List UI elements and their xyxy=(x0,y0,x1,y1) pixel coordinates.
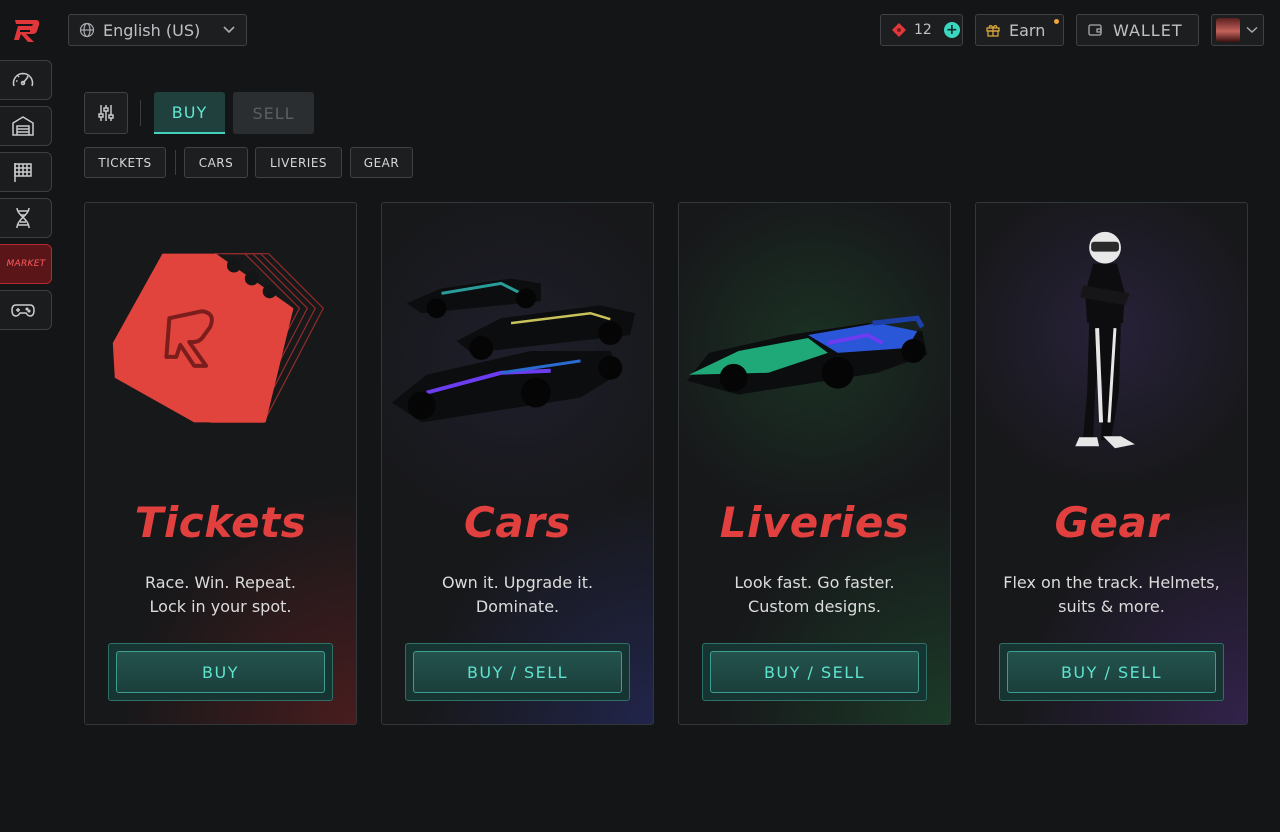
card-description: Look fast. Go faster. Custom designs. xyxy=(689,571,940,619)
sidebar-item-games[interactable] xyxy=(0,290,52,330)
card-title: Cars xyxy=(464,498,571,547)
avatar xyxy=(1216,18,1240,42)
cars-illustration xyxy=(391,278,636,423)
chip-gear[interactable]: GEAR xyxy=(350,147,413,178)
sliders-icon xyxy=(98,105,114,121)
card-description-line: Custom designs. xyxy=(748,597,881,616)
buy-sell-gear-button[interactable]: BUY / SELL xyxy=(1007,651,1216,693)
sidebar-item-dna[interactable] xyxy=(0,198,52,238)
wallet-icon xyxy=(1088,24,1102,36)
globe-icon xyxy=(79,22,95,38)
card-cars: Cars Own it. Upgrade it. Dominate. BUY /… xyxy=(381,202,654,725)
card-description: Race. Win. Repeat. Lock in your spot. xyxy=(95,571,346,619)
sidebar-item-garage[interactable] xyxy=(0,106,52,146)
card-cta-frame: BUY / SELL xyxy=(702,643,927,701)
card-description: Flex on the track. Helmets, suits & more… xyxy=(986,571,1237,619)
chevron-down-icon xyxy=(1246,26,1258,34)
divider xyxy=(175,150,176,175)
checkered-flag-icon xyxy=(14,163,32,182)
language-label: English (US) xyxy=(103,20,201,40)
speedometer-icon xyxy=(12,72,34,87)
chevron-down-icon xyxy=(223,26,235,34)
livery-car-illustration xyxy=(686,315,928,395)
card-description-line: Look fast. Go faster. xyxy=(734,573,895,592)
notification-dot xyxy=(1054,19,1059,24)
driver-gear-illustration xyxy=(1075,231,1135,449)
chip-liveries[interactable]: LIVERIES xyxy=(255,147,342,178)
divider xyxy=(140,100,141,126)
brand-logo[interactable] xyxy=(12,14,42,46)
card-title: Tickets xyxy=(134,498,307,547)
earn-label: Earn xyxy=(1009,20,1046,40)
card-description-line: Race. Win. Repeat. xyxy=(144,573,296,592)
tab-sell[interactable]: SELL xyxy=(233,92,314,134)
card-description-line: Dominate. xyxy=(475,597,560,616)
card-description-line: suits & more. xyxy=(1058,597,1165,616)
card-description-line: Flex on the track. Helmets, xyxy=(1003,573,1220,592)
buy-sell-liveries-button[interactable]: BUY / SELL xyxy=(710,651,919,693)
sidebar-item-dashboard[interactable] xyxy=(0,60,52,100)
dna-icon xyxy=(16,207,30,229)
wallet-button[interactable]: WALLET xyxy=(1076,14,1199,46)
sidebar-item-market[interactable]: MARKET xyxy=(0,244,52,284)
gift-icon xyxy=(986,25,1000,37)
tickets-illustration xyxy=(112,253,324,424)
wallet-label: WALLET xyxy=(1113,20,1183,40)
filter-button[interactable] xyxy=(84,92,128,134)
language-selector[interactable]: English (US) xyxy=(68,14,247,46)
card-title: Liveries xyxy=(719,498,910,547)
card-description-line: Own it. Upgrade it. xyxy=(441,573,594,592)
ticket-icon xyxy=(892,23,906,37)
tickets-balance[interactable]: 12 + xyxy=(880,14,963,46)
card-gear: Gear Flex on the track. Helmets, suits &… xyxy=(975,202,1248,725)
card-description: Own it. Upgrade it. Dominate. xyxy=(392,571,643,619)
tab-buy[interactable]: BUY xyxy=(154,92,225,134)
sidebar-item-label: MARKET xyxy=(6,259,46,269)
chip-cars[interactable]: CARS xyxy=(184,147,248,178)
chip-tickets[interactable]: TICKETS xyxy=(84,147,166,178)
gamepad-icon xyxy=(11,304,35,317)
tickets-count: 12 xyxy=(914,22,932,38)
card-liveries: Liveries Look fast. Go faster. Custom de… xyxy=(678,202,951,725)
sidebar-item-races[interactable] xyxy=(0,152,52,192)
card-title: Gear xyxy=(1054,498,1169,547)
buy-tickets-button[interactable]: BUY xyxy=(116,651,325,693)
garage-icon xyxy=(12,116,34,136)
card-tickets: Tickets Race. Win. Repeat. Lock in your … xyxy=(84,202,357,725)
earn-button[interactable]: Earn xyxy=(975,14,1064,46)
buy-sell-cars-button[interactable]: BUY / SELL xyxy=(413,651,622,693)
add-tickets-icon[interactable]: + xyxy=(943,22,960,38)
card-cta-frame: BUY xyxy=(108,643,333,701)
profile-menu[interactable] xyxy=(1211,14,1264,46)
card-cta-frame: BUY / SELL xyxy=(999,643,1224,701)
card-description-line: Lock in your spot. xyxy=(149,597,292,616)
card-cta-frame: BUY / SELL xyxy=(405,643,630,701)
